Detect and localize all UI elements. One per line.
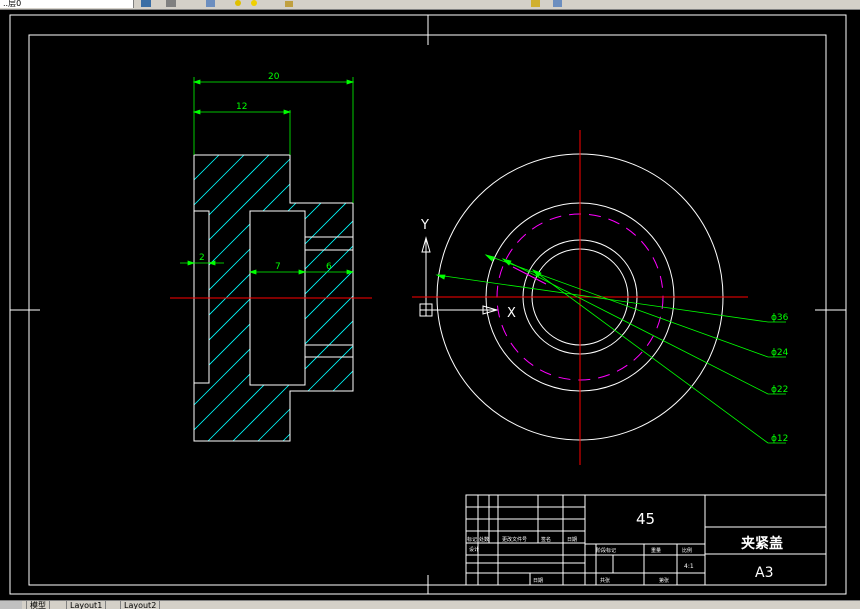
drawing-canvas[interactable]: 20 12 2 7 6 Y X ϕ36 ϕ24 ϕ22 ϕ12 45 夹紧盖 A… [0,10,860,600]
dim-hole-depth-2: 6 [326,262,332,272]
layer-dropdown[interactable]: ..层0 [0,0,134,8]
paper-size: A3 [755,565,773,581]
dia-12-label: ϕ12 [771,434,788,444]
dim-hole-depth-1: 2 [199,253,205,263]
dim-step-width: 12 [236,102,247,112]
dimensions [180,77,355,275]
dia-36-label: ϕ36 [771,313,789,323]
header-design: 设计 [469,546,479,553]
header-change-doc: 更改文件号 [502,536,527,543]
layer-cube-icon[interactable] [552,0,564,8]
layer-match-icon[interactable] [530,0,542,8]
material-value: 45 [636,510,655,528]
header-stage-mark: 阶段标记 [596,547,616,554]
diameter-leaders [435,254,786,444]
layer-state-icon[interactable] [140,0,152,8]
section-view [170,154,372,442]
toolbar: ..层0 [0,0,860,10]
lock-icon[interactable] [283,0,295,8]
ucs-x-label: X [507,306,516,321]
header-ratio: 比例 [682,547,692,554]
section-hatch [194,155,353,441]
dim-overall-width: 20 [268,72,280,82]
ucs-y-label: Y [420,218,429,233]
header-sheet-no: 第张 [659,577,669,584]
header-count: 处数 [479,536,489,543]
dim-hole-width: 7 [275,262,281,272]
part-name: 夹紧盖 [741,535,783,552]
header-weight: 重量 [651,547,661,554]
scale-value: 4:1 [684,563,694,570]
header-date: 日期 [567,537,577,543]
dia-22-label: ϕ22 [771,385,788,395]
header-date-2: 日期 [533,578,543,584]
dia-24-label: ϕ24 [771,348,789,358]
header-total-sheets: 共张 [600,577,610,584]
header-signature: 签名 [541,536,551,543]
front-view [412,130,748,465]
sun-icon[interactable] [248,0,260,8]
bulb-icon[interactable] [232,0,244,8]
header-mark: 标记 [467,536,477,543]
cube-icon[interactable] [205,0,217,8]
layer-previous-icon[interactable] [165,0,177,8]
ucs-icon [419,236,499,317]
